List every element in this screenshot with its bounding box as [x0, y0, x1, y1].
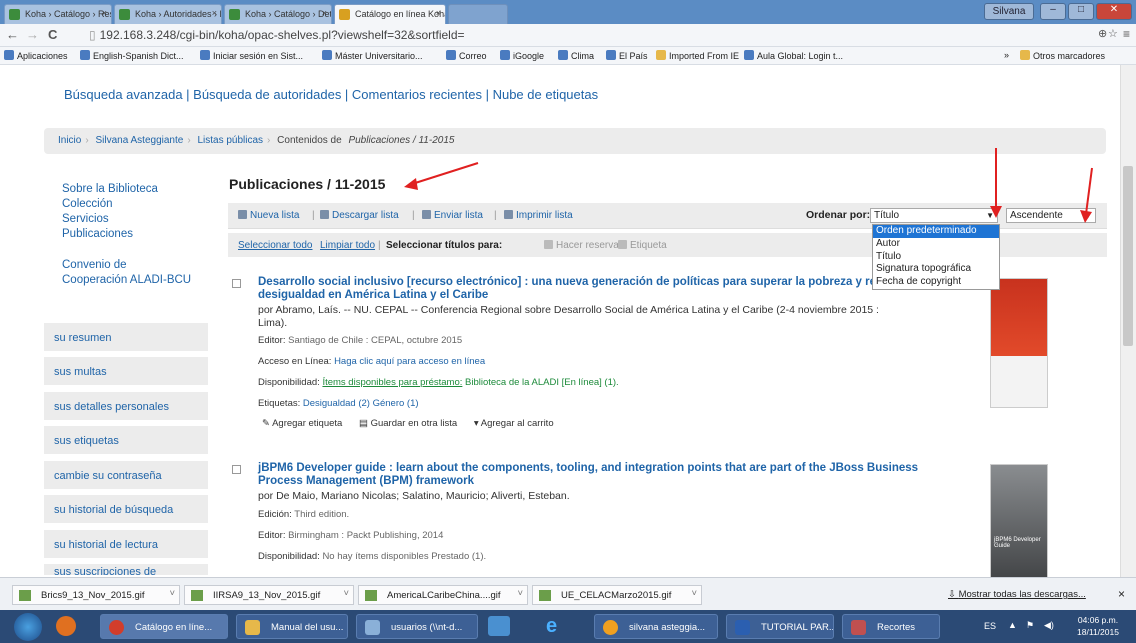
gif-file-icon: [19, 590, 31, 601]
word-icon: [735, 620, 750, 635]
chevron-down-icon[interactable]: ˅: [343, 588, 349, 599]
snipping-tool-icon: [851, 620, 866, 635]
language-indicator[interactable]: ES: [984, 621, 996, 631]
show-all-downloads-link[interactable]: ⇩ Mostrar todas las descargas...: [948, 589, 1086, 600]
taskbar-item[interactable]: Recortes: [842, 614, 940, 639]
folder-icon: [245, 620, 260, 635]
chevron-down-icon[interactable]: ˅: [517, 588, 523, 599]
gif-file-icon: [191, 590, 203, 601]
flag-icon[interactable]: ⚑: [1026, 620, 1034, 631]
annotation-arrow-order: [1085, 167, 1093, 215]
volume-icon[interactable]: ◀): [1044, 620, 1054, 631]
taskbar-item[interactable]: Catálogo en líne...: [100, 614, 228, 639]
clock[interactable]: 04:06 p.m. 18/11/2015: [1068, 614, 1128, 638]
chrome-icon: [109, 620, 124, 635]
download-arrow-icon: ⇩: [948, 589, 959, 600]
taskbar-item[interactable]: silvana asteggia...: [594, 614, 718, 639]
chat-icon: [603, 620, 618, 635]
close-downloads-icon[interactable]: ×: [1118, 587, 1125, 601]
download-item[interactable]: IIRSA9_13_Nov_2015.gif ˅: [184, 585, 354, 605]
annotation-arrows: [404, 148, 1093, 223]
annotation-arrowhead: [990, 206, 1002, 218]
firefox-icon[interactable]: [56, 616, 76, 636]
download-item[interactable]: Brics9_13_Nov_2015.gif ˅: [12, 585, 180, 605]
gif-file-icon: [365, 590, 377, 601]
network-drive-icon: [365, 620, 380, 635]
annotation-arrowhead: [404, 178, 418, 190]
media-icon[interactable]: [488, 616, 510, 636]
chevron-down-icon[interactable]: ˅: [169, 588, 175, 599]
taskbar: Catálogo en líne... Manual del usu... us…: [0, 610, 1136, 643]
start-button[interactable]: [14, 613, 42, 641]
taskbar-item[interactable]: TUTORIAL PAR...: [726, 614, 834, 639]
taskbar-item[interactable]: usuarios (\\nt-d...: [356, 614, 478, 639]
annotation-arrowhead: [1080, 210, 1092, 223]
downloads-bar: Brics9_13_Nov_2015.gif ˅ IIRSA9_13_Nov_20…: [0, 577, 1136, 610]
download-item[interactable]: UE_CELACMarzo2015.gif ˅: [532, 585, 702, 605]
internet-explorer-icon[interactable]: e: [546, 615, 570, 637]
annotation-arrow-title: [411, 162, 479, 185]
download-item[interactable]: AmericaLCaribeChina....gif ˅: [358, 585, 528, 605]
tray-arrow-icon[interactable]: ▲: [1008, 620, 1017, 630]
taskbar-item[interactable]: Manual del usu...: [236, 614, 348, 639]
chevron-down-icon[interactable]: ˅: [691, 588, 697, 599]
gif-file-icon: [539, 590, 551, 601]
